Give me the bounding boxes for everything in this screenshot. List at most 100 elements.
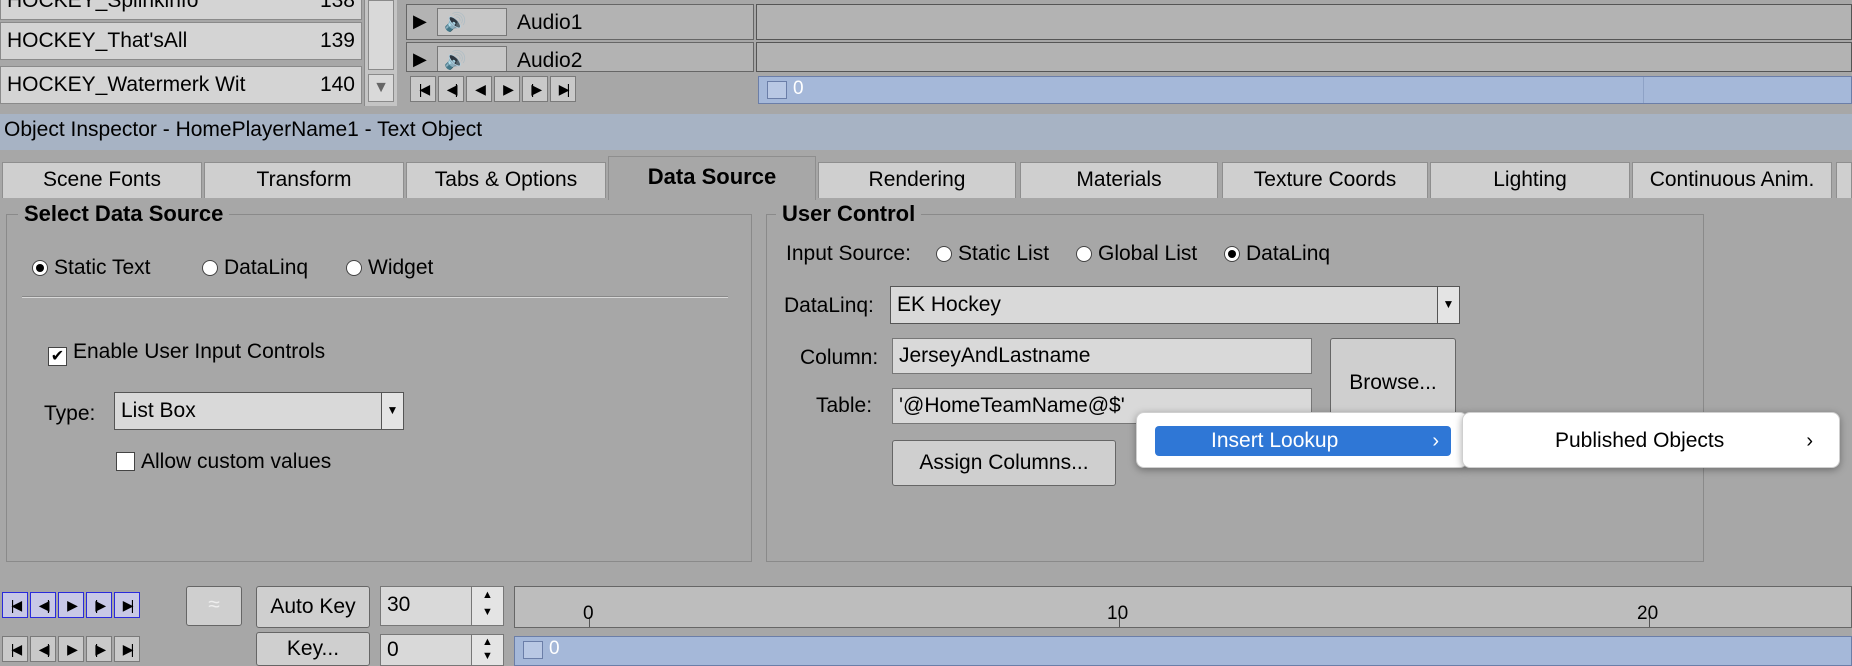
- tab-lighting[interactable]: Lighting: [1430, 162, 1630, 198]
- stepper-arrows-icon[interactable]: ▲ ▼: [471, 587, 503, 625]
- play-reverse-icon[interactable]: ◀: [466, 76, 492, 102]
- tab-rendering[interactable]: Rendering: [818, 162, 1016, 198]
- column-label: Column:: [800, 346, 879, 369]
- step-back-icon[interactable]: ◀|: [30, 636, 56, 662]
- bottom-transport-controls-2: |◀ ◀| ▶ |▶ ▶|: [2, 636, 140, 662]
- audio-track-timeline[interactable]: [756, 4, 1852, 40]
- step-forward-icon[interactable]: |▶: [86, 636, 112, 662]
- radio-selected-icon: [32, 260, 48, 276]
- radio-icon: [202, 260, 218, 276]
- key-value-stepper[interactable]: 0 ▲ ▼: [380, 634, 504, 666]
- tab-scene-fonts[interactable]: Scene Fonts: [2, 162, 202, 198]
- radio-static-text[interactable]: Static Text: [32, 256, 151, 280]
- radio-global-list[interactable]: Global List: [1076, 242, 1197, 266]
- scene-list-item[interactable]: HOCKEY_Watermerk Wit 140: [0, 66, 362, 104]
- submenu: Published Objects ›: [1462, 412, 1840, 468]
- time-cursor[interactable]: [767, 81, 787, 99]
- expand-play-icon[interactable]: ▶: [413, 49, 427, 70]
- chevron-down-icon[interactable]: ▼: [1437, 287, 1459, 323]
- scroll-down-arrow-icon[interactable]: ▼: [368, 74, 394, 102]
- go-to-end-icon[interactable]: ▶|: [550, 76, 576, 102]
- time-value: 0: [549, 638, 560, 659]
- tab-data-source[interactable]: Data Source: [608, 156, 816, 200]
- ruler-label: 20: [1637, 603, 1659, 624]
- top-timebar[interactable]: 0: [758, 76, 1852, 104]
- scene-list-item[interactable]: HOCKEY_That'sAll 139: [0, 22, 362, 60]
- key-filter-button[interactable]: ≈: [186, 586, 242, 626]
- speaker-icon[interactable]: 🔊: [437, 46, 507, 71]
- expand-play-icon[interactable]: ▶: [413, 11, 427, 32]
- radio-static-list[interactable]: Static List: [936, 242, 1049, 266]
- divider: [22, 296, 728, 298]
- scene-name: HOCKEY_That'sAll: [7, 29, 188, 52]
- go-to-end-icon[interactable]: ▶|: [114, 592, 140, 618]
- audio-track-row[interactable]: ▶ 🔊 Audio1: [406, 4, 754, 40]
- checkbox-icon: [116, 452, 135, 471]
- go-to-start-icon[interactable]: |◀: [2, 636, 28, 662]
- time-cursor[interactable]: [523, 641, 543, 659]
- step-forward-icon[interactable]: |▶: [522, 76, 548, 102]
- column-input[interactable]: JerseyAndLastname: [892, 338, 1312, 374]
- play-icon[interactable]: ▶: [58, 636, 84, 662]
- chevron-right-icon: ›: [1432, 430, 1439, 452]
- tab-texture-coords[interactable]: Texture Coords: [1222, 162, 1428, 198]
- type-select[interactable]: List Box ▼: [114, 392, 404, 430]
- radio-input-datalinq[interactable]: DataLinq: [1224, 242, 1330, 266]
- scene-number: 139: [319, 29, 355, 52]
- ruler-label: 10: [1107, 603, 1129, 624]
- scene-list-scrollbar[interactable]: ▼: [364, 0, 397, 106]
- go-to-start-icon[interactable]: |◀: [410, 76, 436, 102]
- speaker-icon[interactable]: 🔊: [437, 8, 507, 36]
- chevron-down-icon[interactable]: ▼: [381, 393, 403, 429]
- tab-continuous-anim[interactable]: Continuous Anim.: [1632, 162, 1832, 198]
- radio-icon: [1076, 246, 1092, 262]
- go-to-start-icon[interactable]: |◀: [2, 592, 28, 618]
- menu-item-published-objects[interactable]: Published Objects ›: [1481, 426, 1823, 456]
- table-label: Table:: [816, 394, 873, 417]
- context-menu: Insert Lookup ›: [1136, 412, 1468, 468]
- datalinq-select[interactable]: EK Hockey ▼: [890, 286, 1460, 324]
- audio-track-timeline[interactable]: [756, 42, 1852, 72]
- step-back-icon[interactable]: ◀|: [438, 76, 464, 102]
- audio-track-label: Audio1: [517, 11, 583, 34]
- step-forward-icon[interactable]: |▶: [86, 592, 112, 618]
- inspector-title-bar: Object Inspector - HomePlayerName1 - Tex…: [0, 114, 1852, 150]
- scene-name: HOCKEY_Watermerk Wit: [7, 73, 246, 96]
- play-icon[interactable]: ▶: [58, 592, 84, 618]
- key-button[interactable]: Key...: [256, 632, 370, 666]
- frame-rate-stepper[interactable]: 30 ▲ ▼: [380, 586, 504, 626]
- audio-track-row[interactable]: ▶ 🔊 Audio2: [406, 42, 754, 72]
- tab-overflow[interactable]: [1836, 162, 1852, 198]
- user-control-title: User Control: [776, 201, 922, 227]
- radio-widget[interactable]: Widget: [346, 256, 433, 280]
- type-label: Type:: [44, 402, 96, 425]
- scene-list-item[interactable]: HOCKEY_Splinkinfo 138: [0, 0, 362, 20]
- stepper-arrows-icon[interactable]: ▲ ▼: [471, 635, 503, 665]
- play-icon[interactable]: ▶: [494, 76, 520, 102]
- tab-materials[interactable]: Materials: [1020, 162, 1218, 198]
- menu-item-insert-lookup[interactable]: Insert Lookup ›: [1155, 426, 1451, 456]
- auto-key-button[interactable]: Auto Key: [256, 586, 370, 628]
- timeline-ruler[interactable]: 0 10 20: [514, 586, 1852, 628]
- ruler-label: 0: [583, 603, 594, 624]
- enable-user-input-checkbox[interactable]: ✔ Enable User Input Controls: [48, 340, 325, 366]
- inspector-title: Object Inspector - HomePlayerName1 - Tex…: [4, 118, 483, 141]
- scene-number: 140: [319, 73, 355, 96]
- audio-track-label: Audio2: [517, 49, 583, 72]
- radio-icon: [936, 246, 952, 262]
- chevron-right-icon: ›: [1806, 430, 1813, 452]
- bottom-transport-controls: |◀ ◀| ▶ |▶ ▶|: [2, 592, 140, 618]
- allow-custom-values-checkbox[interactable]: Allow custom values: [116, 450, 331, 474]
- select-data-source-title: Select Data Source: [18, 201, 230, 227]
- tab-transform[interactable]: Transform: [204, 162, 404, 198]
- time-value: 0: [793, 78, 804, 99]
- checkmark-icon: ✔: [48, 347, 67, 366]
- bottom-timebar[interactable]: 0: [514, 636, 1852, 666]
- radio-icon: [346, 260, 362, 276]
- scrollbar-thumb[interactable]: [368, 0, 394, 70]
- tab-tabs-options[interactable]: Tabs & Options: [406, 162, 606, 198]
- radio-datalinq[interactable]: DataLinq: [202, 256, 308, 280]
- assign-columns-button[interactable]: Assign Columns...: [892, 440, 1116, 486]
- step-back-icon[interactable]: ◀|: [30, 592, 56, 618]
- go-to-end-icon[interactable]: ▶|: [114, 636, 140, 662]
